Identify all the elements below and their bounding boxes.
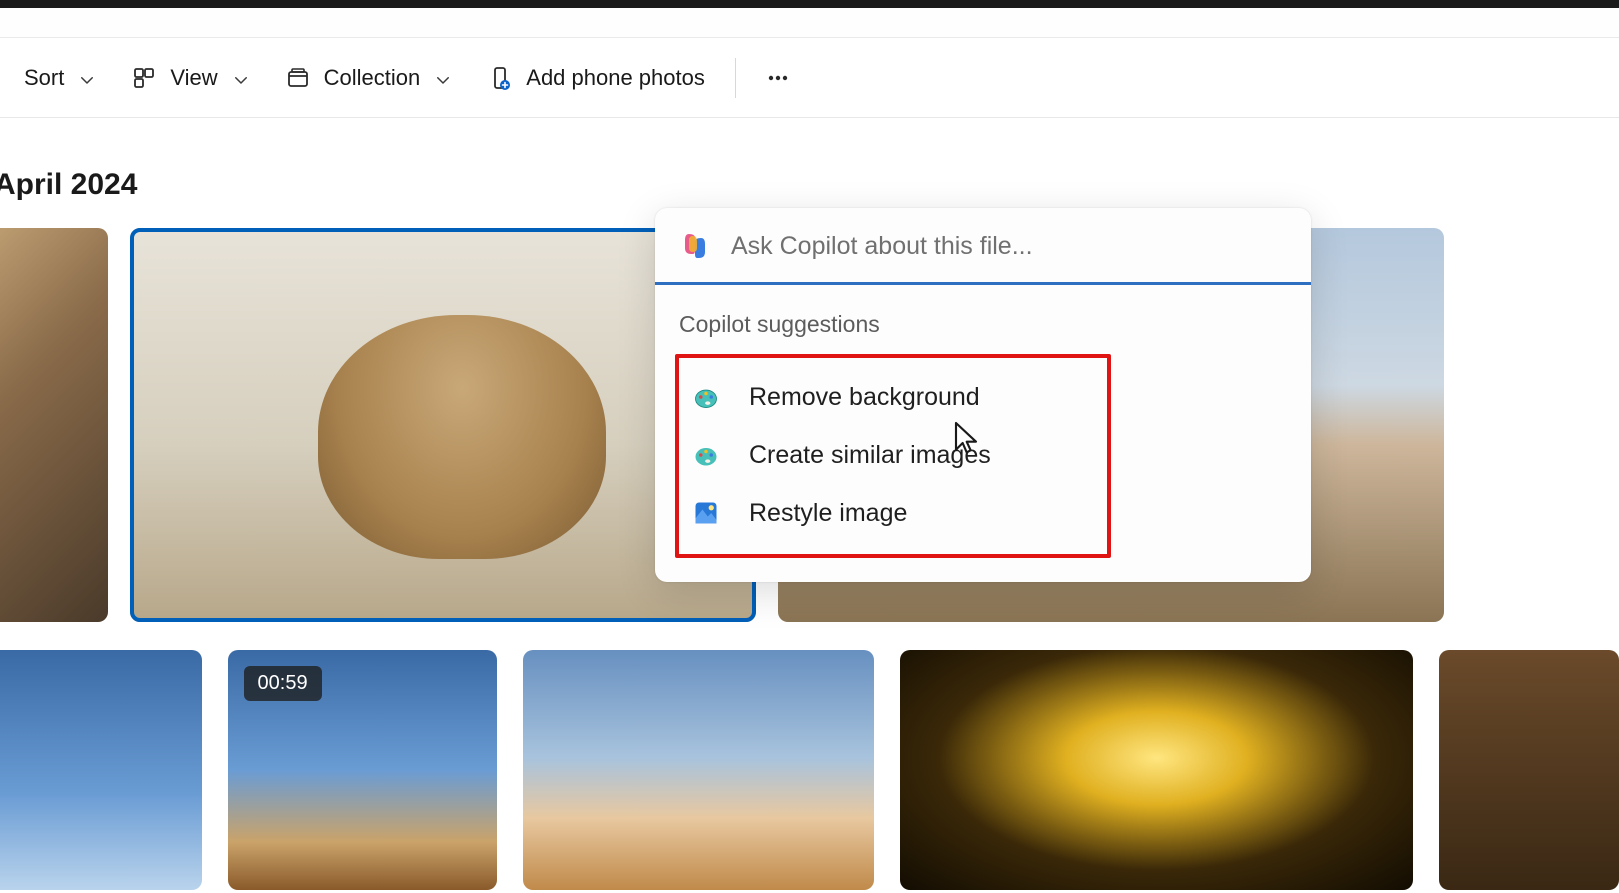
photo-thumbnail[interactable]: [900, 650, 1413, 890]
photo-grid-row-2: 00:59: [0, 650, 1619, 890]
toolbar-separator: [735, 58, 736, 98]
paint-palette-icon: [691, 382, 721, 412]
video-duration-badge: 00:59: [244, 666, 322, 701]
annotation-highlight-box: Remove background Create similar images …: [675, 354, 1111, 558]
copilot-popup: Copilot suggestions Remove background Cr…: [655, 208, 1311, 582]
sort-button[interactable]: Sort: [8, 54, 112, 102]
photo-thumbnail[interactable]: [523, 650, 874, 890]
collection-icon: [286, 66, 310, 90]
more-options-button[interactable]: [750, 54, 806, 102]
copilot-suggestions-heading: Copilot suggestions: [679, 311, 1287, 338]
add-phone-label: Add phone photos: [526, 65, 705, 91]
chevron-down-icon: [434, 69, 452, 87]
collection-button[interactable]: Collection: [270, 54, 469, 102]
copilot-suggestion-label: Create similar images: [749, 441, 991, 470]
copilot-suggestion-remove-background[interactable]: Remove background: [685, 368, 1101, 426]
copilot-suggestion-label: Restyle image: [749, 499, 907, 528]
photo-thumbnail[interactable]: [0, 228, 108, 622]
photos-toolbar: Sort View Collection Add phone photos: [0, 38, 1619, 118]
window-frame-top: [0, 0, 1619, 8]
phone-add-icon: [488, 66, 512, 90]
copilot-input[interactable]: [731, 232, 1287, 261]
paint-palette-icon: [691, 440, 721, 470]
copilot-logo-icon: [679, 230, 711, 262]
video-thumbnail[interactable]: 00:59: [228, 650, 497, 890]
copilot-input-row: [655, 208, 1311, 285]
view-button[interactable]: View: [116, 54, 265, 102]
sort-label: Sort: [24, 65, 64, 91]
copilot-body: Copilot suggestions Remove background Cr…: [655, 285, 1311, 582]
copilot-suggestion-create-similar[interactable]: Create similar images: [685, 426, 1101, 484]
chevron-down-icon: [232, 69, 250, 87]
chevron-down-icon: [78, 69, 96, 87]
collection-label: Collection: [324, 65, 421, 91]
date-group-header: April 2024: [0, 168, 1619, 202]
add-phone-photos-button[interactable]: Add phone photos: [472, 54, 721, 102]
copilot-suggestion-label: Remove background: [749, 383, 980, 412]
browser-chrome-bar: [0, 8, 1619, 38]
photo-thumbnail[interactable]: [0, 650, 202, 890]
more-horizontal-icon: [766, 66, 790, 90]
photo-thumbnail[interactable]: [1439, 650, 1619, 890]
copilot-suggestion-restyle-image[interactable]: Restyle image: [685, 484, 1101, 542]
image-sparkle-icon: [691, 498, 721, 528]
grid-view-icon: [132, 66, 156, 90]
view-label: View: [170, 65, 217, 91]
